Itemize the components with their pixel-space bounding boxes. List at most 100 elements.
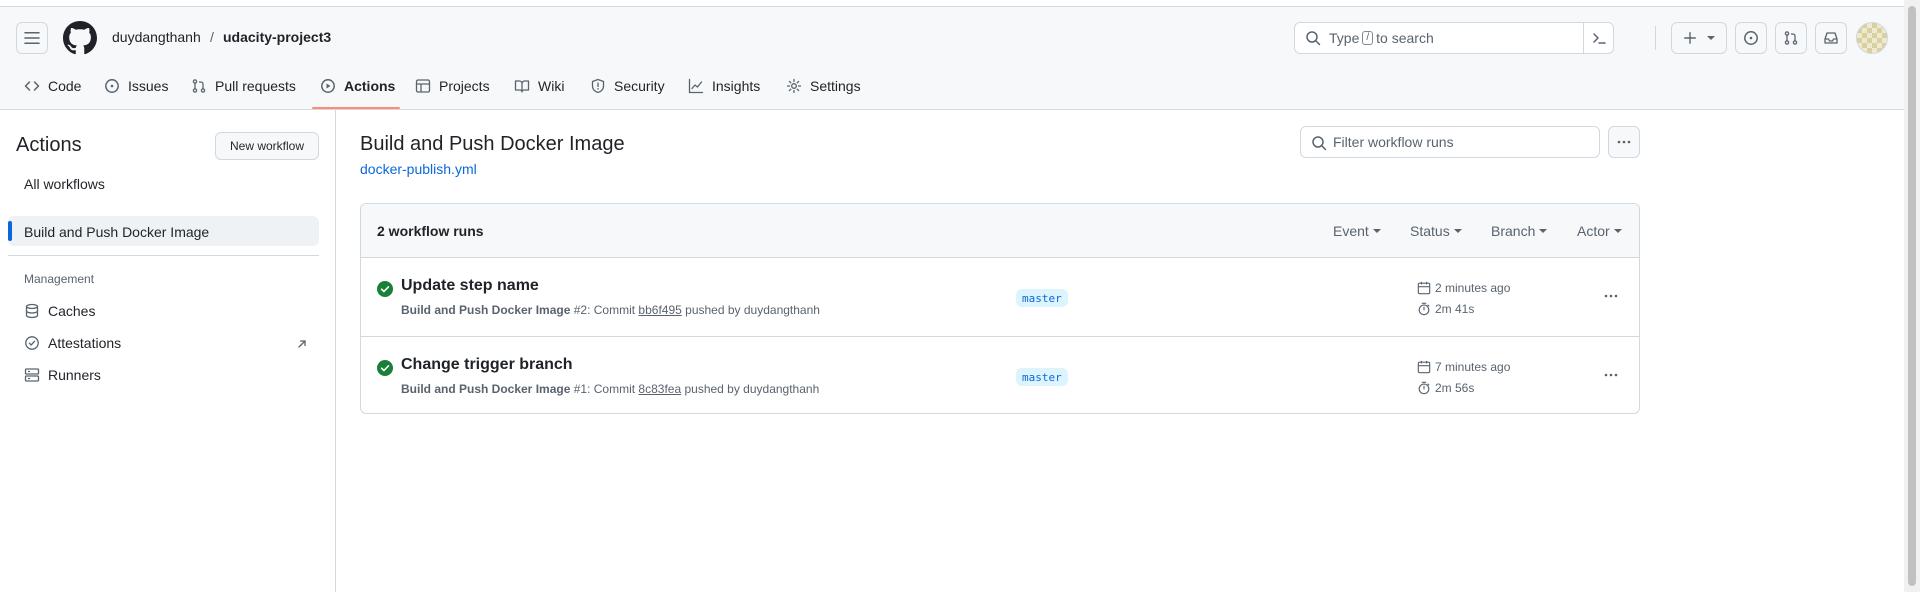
kebab-horizontal-icon — [1604, 373, 1618, 377]
tab-code[interactable]: Code — [24, 74, 81, 98]
run-menu-button[interactable] — [1599, 286, 1623, 306]
header-divider — [1655, 26, 1656, 50]
menu-button[interactable] — [16, 22, 48, 54]
scrollbar-thumb[interactable] — [1908, 6, 1916, 586]
tab-actions[interactable]: Actions — [320, 74, 395, 98]
tab-label: Projects — [439, 78, 490, 94]
pull-requests-button[interactable] — [1775, 22, 1807, 54]
sidebar-item-label: Caches — [48, 303, 96, 319]
run-title[interactable]: Update step name — [401, 277, 539, 295]
external-link-icon — [298, 340, 306, 348]
run-duration-value: 2m 56s — [1435, 381, 1475, 395]
run-duration: 2m 41s — [1417, 302, 1474, 316]
sidebar-item-caches[interactable]: Caches — [24, 303, 95, 319]
tab-label: Issues — [128, 78, 169, 94]
run-timestamp: 7 minutes ago — [1417, 360, 1510, 374]
avatar[interactable] — [1856, 22, 1888, 54]
server-icon — [24, 368, 40, 382]
tab-label: Wiki — [538, 78, 565, 94]
tab-label: Code — [48, 78, 82, 94]
run-commit-prefix: : Commit — [587, 382, 636, 396]
chevron-down-icon — [1453, 229, 1462, 233]
check-circle-icon — [377, 360, 393, 376]
sidebar-item-attestations[interactable]: Attestations — [24, 335, 121, 351]
tab-settings[interactable]: Settings — [786, 74, 861, 98]
pull-request-icon — [1784, 31, 1798, 45]
actor-filter[interactable]: Actor — [1577, 223, 1622, 239]
event-filter[interactable]: Event — [1333, 223, 1381, 239]
sidebar-item-all-workflows[interactable]: All workflows — [24, 176, 105, 192]
tab-security[interactable]: Security — [590, 74, 665, 98]
run-meta: Build and Push Docker Image #1: Commit 8… — [401, 382, 819, 396]
inbox-button[interactable] — [1815, 22, 1847, 54]
workflow-menu-button[interactable] — [1608, 126, 1640, 158]
new-workflow-button[interactable]: New workflow — [215, 132, 319, 160]
chevron-down-icon — [1613, 229, 1622, 233]
global-search[interactable]: Type / to search — [1294, 22, 1614, 54]
breadcrumb-repo[interactable]: udacity-project3 — [223, 29, 331, 45]
stopwatch-icon — [1418, 381, 1430, 395]
tab-label: Security — [614, 78, 665, 94]
commit-sha-link[interactable]: bb6f495 — [638, 303, 681, 317]
book-icon — [514, 80, 530, 93]
tab-pull-requests[interactable]: Pull requests — [191, 74, 296, 98]
workflow-runs-header: 2 workflow runs Event Status Branch Acto… — [361, 204, 1639, 258]
database-icon — [25, 303, 39, 319]
scrollbar[interactable] — [1904, 0, 1920, 592]
hamburger-icon — [24, 32, 40, 44]
run-title[interactable]: Change trigger branch — [401, 356, 573, 374]
branch-label[interactable]: master — [1016, 368, 1068, 386]
sidebar-item-build-and-push[interactable]: Build and Push Docker Image — [24, 224, 209, 240]
tab-wiki[interactable]: Wiki — [514, 74, 564, 98]
run-pushed-by: pushed by duydangthanh — [684, 382, 820, 396]
tab-issues[interactable]: Issues — [104, 74, 168, 98]
create-new-button[interactable] — [1671, 22, 1727, 54]
tab-label: Actions — [344, 78, 396, 94]
sidebar-item-label: Attestations — [48, 335, 122, 351]
github-logo-icon[interactable] — [63, 21, 97, 58]
shield-icon — [591, 78, 605, 94]
plus-icon — [1684, 32, 1696, 44]
commit-sha-link[interactable]: 8c83fea — [638, 382, 681, 396]
filter-workflow-runs-input[interactable]: Filter workflow runs — [1300, 126, 1600, 158]
status-filter-label: Status — [1410, 223, 1450, 239]
search-suffix: to search — [1376, 30, 1434, 46]
command-palette-button[interactable] — [1583, 23, 1613, 53]
branch-filter[interactable]: Branch — [1491, 223, 1548, 239]
run-menu-button[interactable] — [1599, 365, 1623, 385]
active-tab-indicator — [312, 107, 400, 109]
run-meta: Build and Push Docker Image #2: Commit b… — [401, 303, 820, 317]
terminal-icon — [1592, 33, 1606, 44]
code-icon — [24, 81, 40, 91]
breadcrumb-owner[interactable]: duydangthanh — [112, 29, 201, 45]
run-number: #1 — [573, 382, 588, 396]
sidebar-item-runners[interactable]: Runners — [24, 367, 101, 383]
search-prefix: Type — [1329, 30, 1360, 46]
branch-label[interactable]: master — [1016, 289, 1068, 307]
search-shortcut-key: / — [1362, 31, 1374, 45]
issue-icon — [105, 79, 119, 93]
calendar-icon — [1417, 360, 1431, 374]
filter-placeholder: Filter workflow runs — [1333, 134, 1454, 150]
issues-button[interactable] — [1735, 22, 1767, 54]
check-circle-icon — [377, 281, 393, 297]
run-workflow-name: Build and Push Docker Image — [401, 303, 571, 317]
workflow-run-row[interactable]: Change trigger branch Build and Push Doc… — [361, 336, 1639, 413]
sidebar-title: Actions — [16, 134, 82, 156]
workflow-run-row[interactable]: Update step name Build and Push Docker I… — [361, 258, 1639, 336]
branch-filter-label: Branch — [1491, 223, 1536, 239]
issue-icon — [1744, 31, 1758, 45]
stopwatch-icon — [1418, 302, 1430, 316]
tab-label: Insights — [712, 78, 761, 94]
calendar-icon — [1417, 281, 1431, 295]
pull-request-icon — [192, 79, 206, 93]
chevron-down-icon — [1372, 229, 1381, 233]
verified-icon — [25, 336, 39, 350]
run-duration: 2m 56s — [1417, 381, 1474, 395]
gear-icon — [786, 78, 802, 94]
tab-insights[interactable]: Insights — [688, 74, 760, 98]
workflow-runs-box: 2 workflow runs Event Status Branch Acto… — [360, 203, 1640, 414]
tab-projects[interactable]: Projects — [415, 74, 490, 98]
workflow-file-link[interactable]: docker-publish.yml — [360, 161, 477, 177]
status-filter[interactable]: Status — [1410, 223, 1462, 239]
